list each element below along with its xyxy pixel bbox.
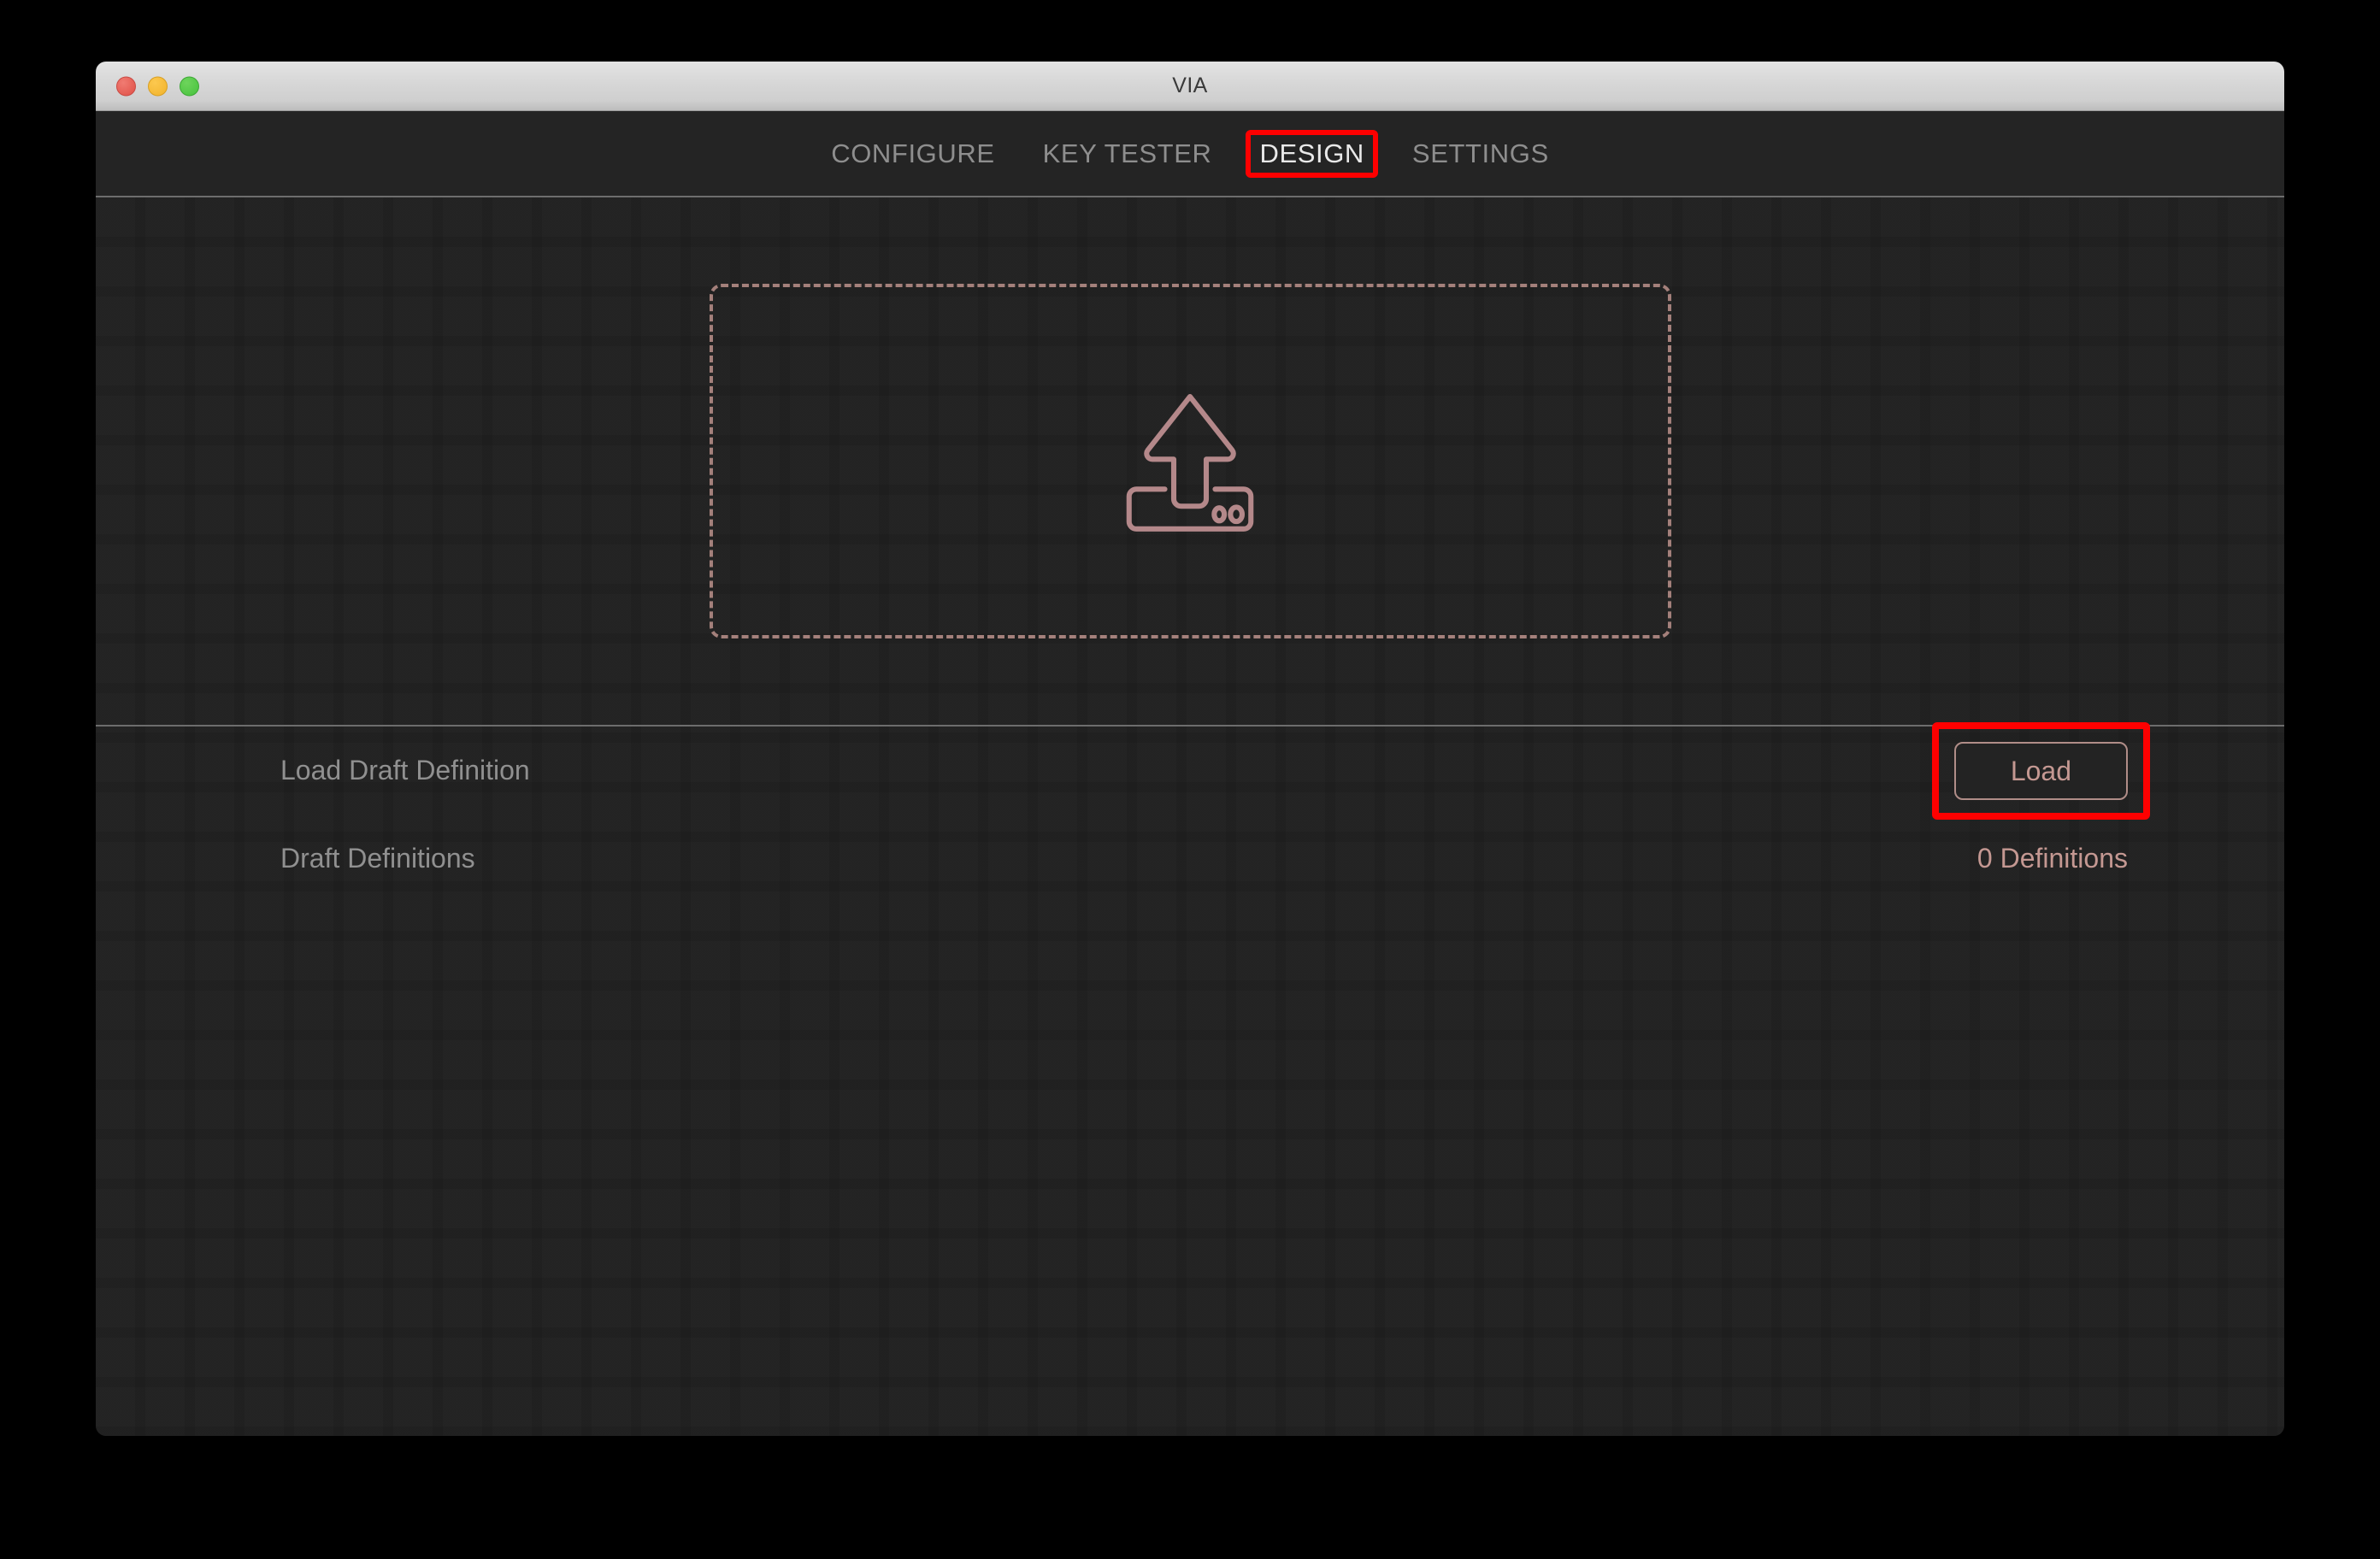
load-draft-definition-control: Load (1871, 721, 2151, 820)
tab-design[interactable]: DESIGN (1235, 129, 1387, 178)
settings-list: Load Draft Definition Load Draft Definit… (96, 721, 2284, 903)
desktop-backdrop: VIA CONFIGURE KEY TESTER DESIGN SETTINGS (0, 0, 2380, 1559)
window-title: VIA (1172, 74, 1208, 97)
row-draft-definitions: Draft Definitions 0 Definitions (96, 815, 2284, 903)
tab-key-tester[interactable]: KEY TESTER (1019, 133, 1236, 174)
upload-keyboard-icon (1109, 380, 1271, 543)
draft-definitions-control: 0 Definitions (1871, 843, 2128, 874)
minimize-window-button[interactable] (148, 76, 168, 96)
tab-settings-label: SETTINGS (1411, 138, 1549, 168)
tab-configure[interactable]: CONFIGURE (807, 133, 1018, 174)
app-window: VIA CONFIGURE KEY TESTER DESIGN SETTINGS (96, 62, 2284, 1436)
main-navigation: CONFIGURE KEY TESTER DESIGN SETTINGS (96, 111, 2284, 197)
maximize-window-button[interactable] (180, 76, 199, 96)
load-draft-definition-label: Load Draft Definition (280, 755, 530, 785)
load-button[interactable]: Load (1953, 741, 2128, 800)
definition-dropzone[interactable] (709, 284, 1671, 638)
tab-settings[interactable]: SETTINGS (1388, 133, 1573, 174)
row-load-draft-definition: Load Draft Definition Load (96, 721, 2284, 820)
tab-key-tester-label: KEY TESTER (1042, 138, 1212, 168)
load-button-highlight: Load (1931, 721, 2151, 820)
dropzone-container (96, 197, 2284, 725)
window-controls (116, 76, 199, 96)
tab-configure-label: CONFIGURE (831, 138, 995, 168)
close-window-button[interactable] (116, 76, 136, 96)
tab-design-label: DESIGN (1259, 138, 1364, 168)
draft-definitions-count: 0 Definitions (1976, 843, 2128, 874)
title-bar: VIA (96, 62, 2284, 111)
draft-definitions-label: Draft Definitions (280, 843, 475, 874)
design-panel: Load Draft Definition Load Draft Definit… (96, 197, 2284, 1436)
